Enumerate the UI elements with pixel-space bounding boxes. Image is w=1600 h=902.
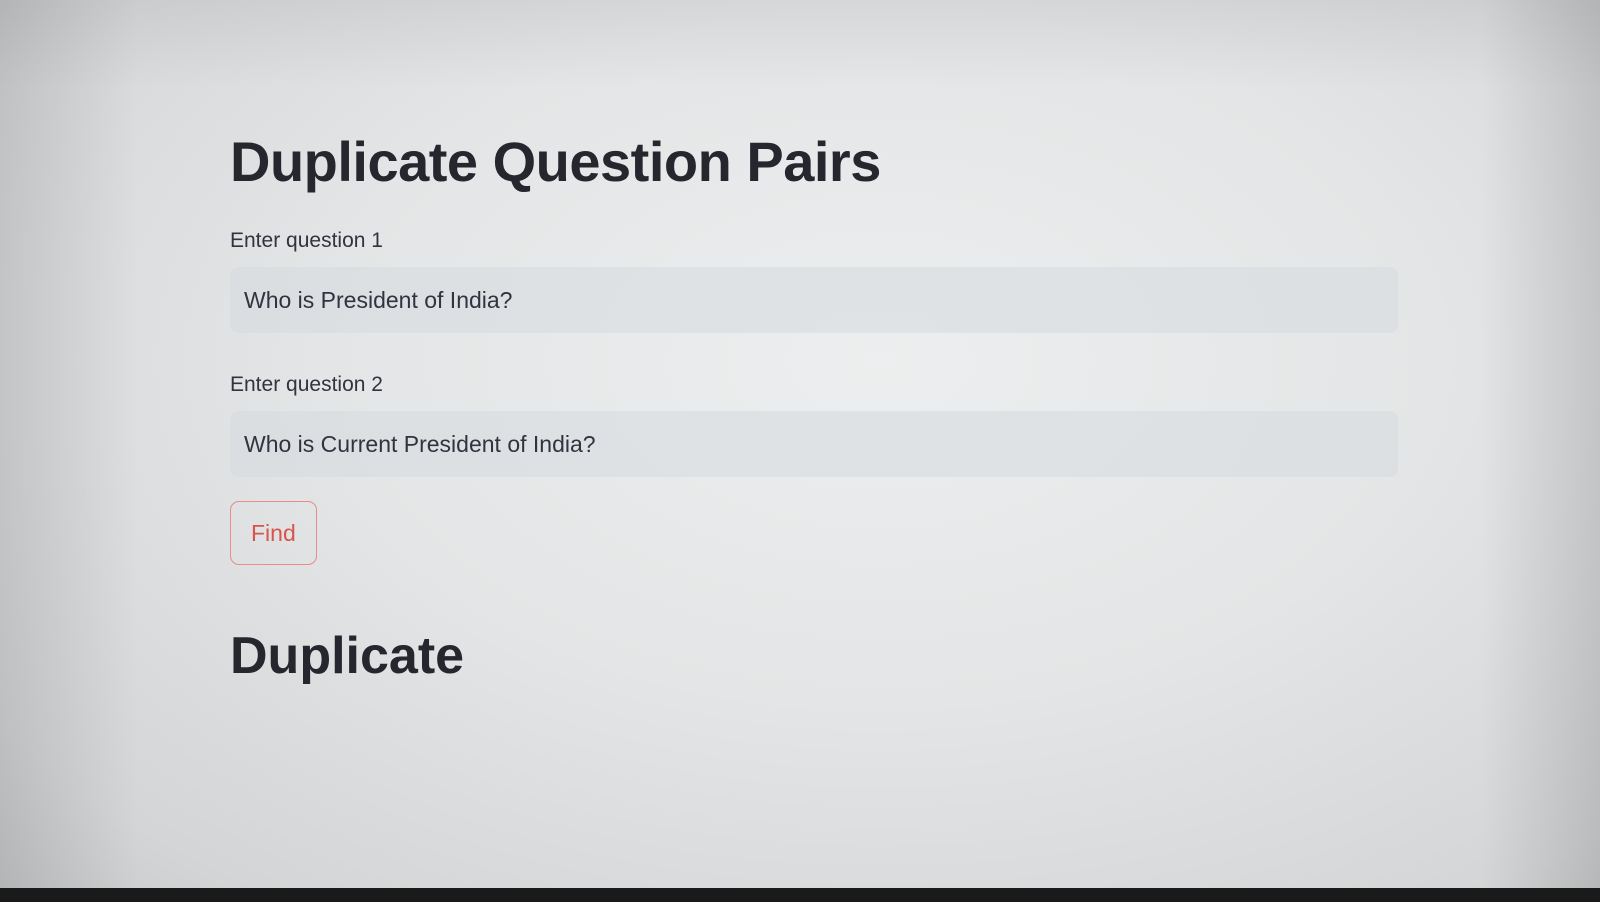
result-heading: Duplicate bbox=[230, 627, 465, 686]
page-title: Duplicate Question Pairs bbox=[230, 130, 881, 193]
question-2-field: Enter question 2 bbox=[230, 373, 1400, 478]
question-1-input[interactable] bbox=[230, 267, 1398, 334]
question-1-label: Enter question 1 bbox=[230, 229, 383, 253]
question-2-label: Enter question 2 bbox=[230, 373, 383, 397]
main-content: Duplicate Question Pairs Enter question … bbox=[230, 128, 1400, 688]
question-2-input[interactable] bbox=[230, 411, 1398, 478]
screen-bezel bbox=[0, 888, 1600, 902]
find-button[interactable]: Find bbox=[230, 501, 317, 566]
question-1-field: Enter question 1 bbox=[230, 229, 1400, 334]
